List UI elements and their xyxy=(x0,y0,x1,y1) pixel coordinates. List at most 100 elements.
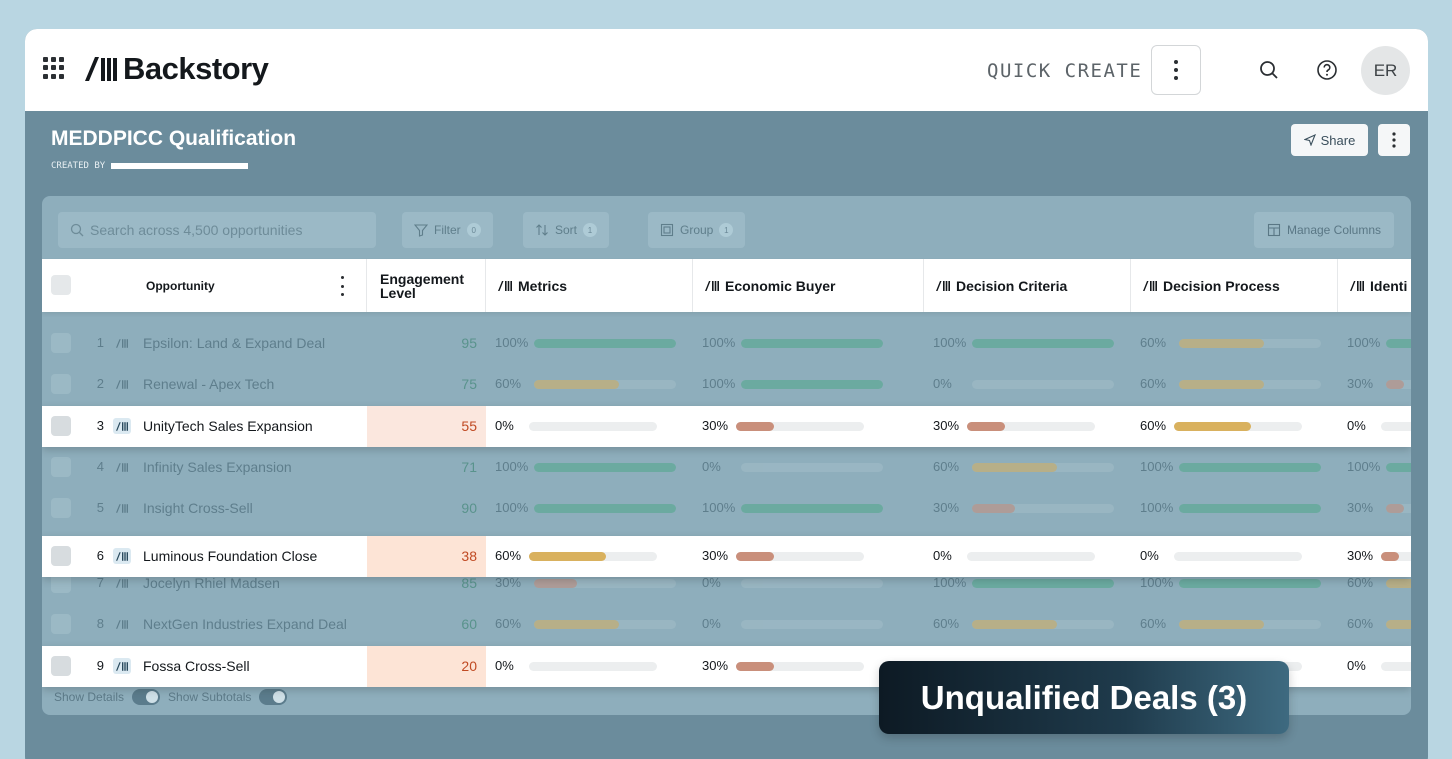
column-header-decision-process[interactable]: Decision Process xyxy=(1131,259,1338,312)
metrics-percent: 60% xyxy=(495,376,522,391)
progress-fill xyxy=(972,579,1114,588)
opportunity-name[interactable]: Renewal - Apex Tech xyxy=(143,376,274,392)
row-checkbox[interactable] xyxy=(51,457,71,477)
quick-create-menu-button[interactable] xyxy=(1151,45,1201,95)
table-row-unqualified[interactable]: 6 Luminous Foundation Close 38 60% 30% 0% 0% 30… xyxy=(42,536,1411,577)
column-header-decision-criteria[interactable]: Decision Criteria xyxy=(924,259,1131,312)
opportunity-name[interactable]: Insight Cross-Sell xyxy=(143,500,253,516)
backstory-row-icon[interactable] xyxy=(113,500,131,516)
show-details-toggle[interactable] xyxy=(132,689,161,705)
progress-fill xyxy=(1386,620,1411,629)
opportunity-name[interactable]: UnityTech Sales Expansion xyxy=(143,418,313,434)
opportunity-column-menu-icon[interactable] xyxy=(338,276,346,296)
decision-criteria-cell: 60% xyxy=(924,447,1131,488)
progress-fill xyxy=(1386,380,1404,389)
economic-buyer-percent: 0% xyxy=(702,616,721,631)
group-button[interactable]: Group 1 xyxy=(648,212,746,248)
column-label: Decision Criteria xyxy=(956,277,1068,294)
opportunity-name[interactable]: Epsilon: Land & Expand Deal xyxy=(143,335,325,351)
progress-fill xyxy=(741,380,883,389)
manage-columns-button[interactable]: Manage Columns xyxy=(1254,212,1394,248)
opportunity-name[interactable]: Jocelyn Rhiel Madsen xyxy=(143,575,280,591)
metrics-progress-bar xyxy=(529,552,657,561)
table-row-unqualified[interactable]: 3 UnityTech Sales Expansion 55 0% 30% 30% 60% 0… xyxy=(42,406,1411,447)
backstory-row-icon[interactable] xyxy=(113,335,131,351)
row-number: 4 xyxy=(96,459,104,474)
decision-criteria-progress-bar xyxy=(972,380,1114,389)
metrics-percent: 60% xyxy=(495,548,522,563)
table-row[interactable]: 1 Epsilon: Land & Expand Deal 95 100% 100% 10… xyxy=(42,323,1411,364)
column-header-engagement[interactable]: Engagement Level xyxy=(367,259,486,312)
decision-criteria-percent: 30% xyxy=(933,500,960,515)
opportunity-name[interactable]: Infinity Sales Expansion xyxy=(143,459,292,475)
backstory-row-icon[interactable] xyxy=(113,575,131,591)
sort-button[interactable]: Sort 1 xyxy=(523,212,610,248)
backstory-row-icon[interactable] xyxy=(113,376,131,392)
economic-buyer-percent: 30% xyxy=(702,658,729,673)
table-row[interactable]: 4 Infinity Sales Expansion 71 100% 0% 60% 100%… xyxy=(42,447,1411,488)
quick-create-button[interactable]: QUICK CREATE xyxy=(987,60,1142,82)
backstory-row-icon[interactable] xyxy=(113,548,131,564)
backstory-row-icon[interactable] xyxy=(113,418,131,434)
table-row[interactable]: 5 Insight Cross-Sell 90 100% 100% 30% 100% 30% xyxy=(42,488,1411,529)
row-checkbox[interactable] xyxy=(51,498,71,518)
metrics-progress-bar xyxy=(534,620,676,629)
show-subtotals-toggle[interactable] xyxy=(259,689,288,705)
metrics-cell: 0% xyxy=(486,406,693,447)
progress-fill xyxy=(1386,463,1411,472)
app-name: Backstory xyxy=(123,51,269,86)
backstory-logo-mark-icon xyxy=(85,57,117,81)
progress-fill xyxy=(1179,380,1265,389)
backstory-logo[interactable]: Backstory xyxy=(85,49,269,89)
table-row[interactable]: 2 Renewal - Apex Tech 75 60% 100% 0% 60% 30% xyxy=(42,364,1411,405)
economic-buyer-percent: 0% xyxy=(702,575,721,590)
row-checkbox[interactable] xyxy=(51,374,71,394)
search-icon xyxy=(1260,61,1278,79)
progress-fill xyxy=(967,422,1006,431)
decision-process-progress-bar xyxy=(1179,463,1321,472)
created-by-label: CREATED BY xyxy=(51,161,106,171)
progress-fill xyxy=(534,579,577,588)
filter-button[interactable]: Filter 0 xyxy=(402,212,493,248)
column-header-opportunity[interactable]: Opportunity xyxy=(137,259,367,312)
decision-process-cell: 60% xyxy=(1131,323,1338,364)
row-checkbox[interactable] xyxy=(51,333,71,353)
engagement-level: 38 xyxy=(367,536,486,577)
report-more-button[interactable] xyxy=(1378,124,1410,156)
progress-fill xyxy=(972,504,1015,513)
opportunity-name[interactable]: Fossa Cross-Sell xyxy=(143,658,250,674)
share-button[interactable]: Share xyxy=(1291,124,1368,156)
economic-buyer-progress-bar xyxy=(736,552,864,561)
decision-process-percent: 100% xyxy=(1140,459,1174,474)
share-label: Share xyxy=(1320,132,1356,148)
metrics-cell: 60% xyxy=(486,364,693,405)
select-all-checkbox[interactable] xyxy=(51,275,71,295)
global-search-button[interactable] xyxy=(1255,56,1283,84)
row-checkbox[interactable] xyxy=(51,656,71,676)
column-header-identify-pain[interactable]: Identi xyxy=(1338,259,1411,312)
row-checkbox[interactable] xyxy=(51,614,71,634)
column-header-economic-buyer[interactable]: Economic Buyer xyxy=(693,259,924,312)
metrics-cell: 100% xyxy=(486,488,693,529)
progress-fill xyxy=(1179,504,1321,513)
metrics-progress-bar xyxy=(534,463,676,472)
column-label: Economic Buyer xyxy=(725,277,836,294)
user-avatar[interactable]: ER xyxy=(1361,46,1410,95)
backstory-row-icon[interactable] xyxy=(113,658,131,674)
backstory-row-icon[interactable] xyxy=(113,616,131,632)
decision-criteria-percent: 60% xyxy=(933,616,960,631)
opportunity-name[interactable]: Luminous Foundation Close xyxy=(143,548,317,564)
row-checkbox[interactable] xyxy=(51,416,71,436)
search-input[interactable]: Search across 4,500 opportunities xyxy=(58,212,376,248)
row-checkbox[interactable] xyxy=(51,546,71,566)
table-row[interactable]: 8 NextGen Industries Expand Deal 60 60% 0% 60… xyxy=(42,604,1411,645)
column-header-metrics[interactable]: Metrics xyxy=(486,259,693,312)
opportunity-name[interactable]: NextGen Industries Expand Deal xyxy=(143,616,347,632)
help-button[interactable] xyxy=(1313,56,1341,84)
decision-process-percent: 60% xyxy=(1140,418,1167,433)
identify-pain-percent: 100% xyxy=(1347,459,1381,474)
backstory-row-icon[interactable] xyxy=(113,459,131,475)
app-launcher-icon[interactable] xyxy=(43,57,65,79)
column-label: Metrics xyxy=(518,277,568,294)
identify-pain-progress-bar xyxy=(1381,662,1411,671)
